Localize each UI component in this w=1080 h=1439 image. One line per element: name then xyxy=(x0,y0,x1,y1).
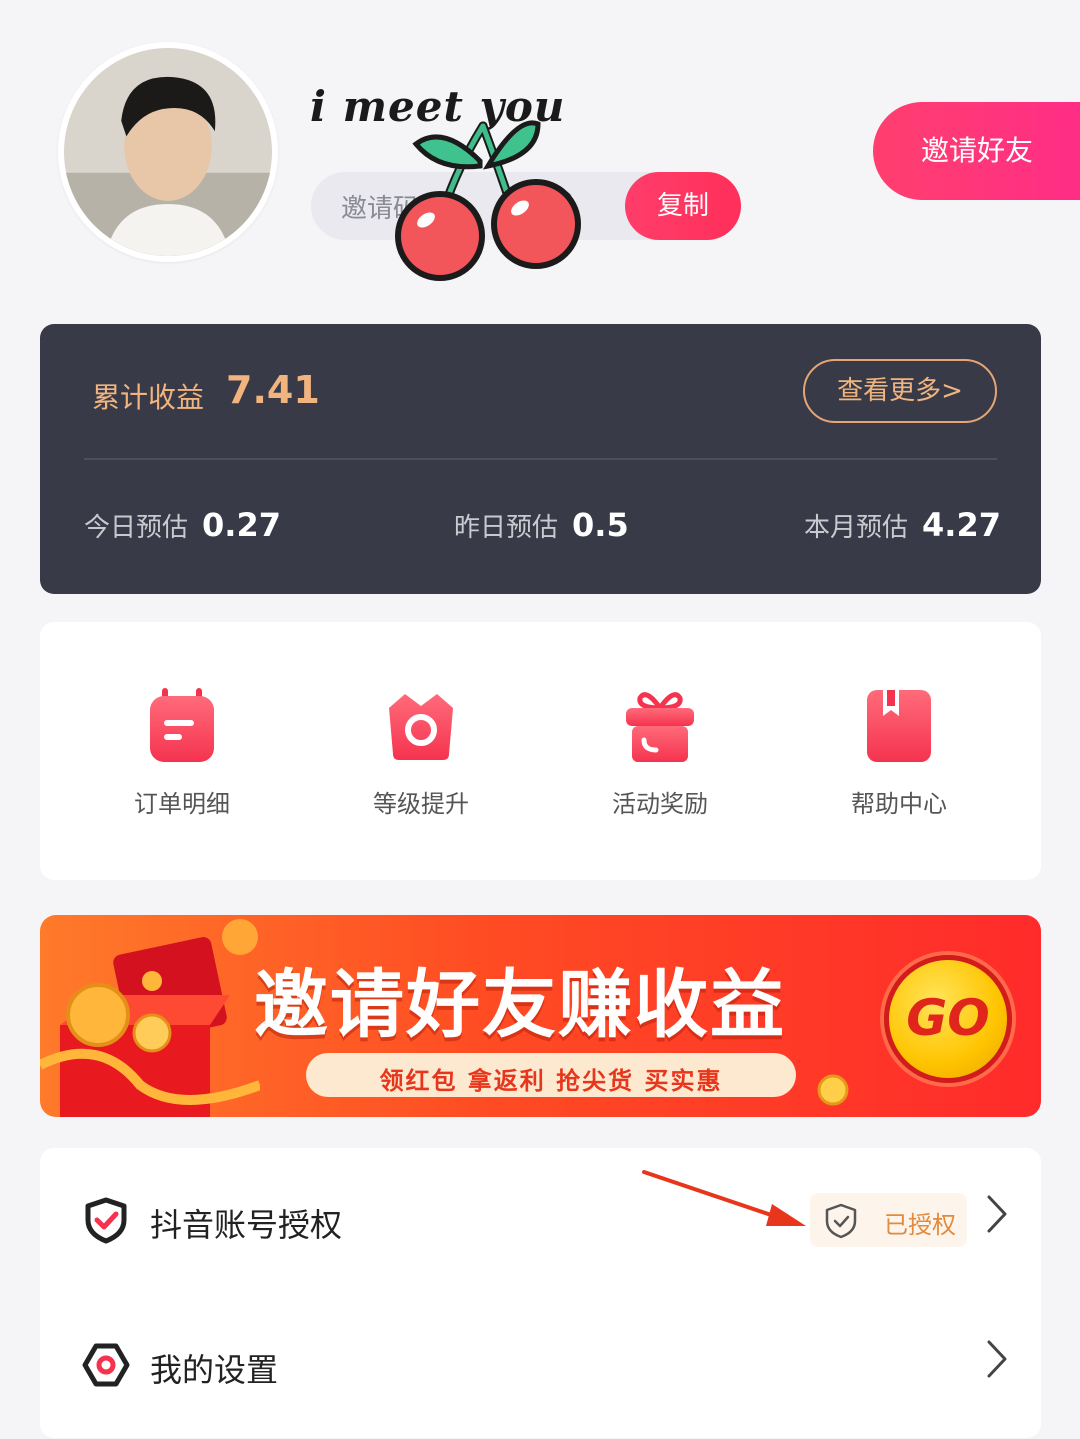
authorized-badge: 已授权 xyxy=(810,1193,967,1247)
menu-item-my-settings[interactable]: 我的设置 xyxy=(40,1293,1041,1438)
grid-item-label: 订单明细 xyxy=(134,790,230,818)
month-estimate: 本月预估 4.27 xyxy=(804,506,1001,544)
shield-check-icon xyxy=(85,1197,127,1244)
copy-button[interactable]: 复制 xyxy=(625,172,741,240)
month-estimate-label: 本月预估 xyxy=(804,513,909,543)
banner-subtitle-pill: 领红包 拿返利 抢尖货 买实惠 xyxy=(306,1053,796,1097)
chevron-right-icon xyxy=(987,1195,1007,1233)
order-detail-icon xyxy=(150,688,214,762)
menu-item-douyin-auth[interactable]: 抖音账号授权 已授权 xyxy=(40,1148,1041,1293)
earnings-divider xyxy=(84,458,997,460)
earnings-card: 累计收益 7.41 查看更多> 今日预估 0.27 昨日预估 0.5 本月预估 … xyxy=(40,324,1041,594)
gift-icon xyxy=(626,692,694,762)
grid-item-order-detail[interactable]: 订单明细 xyxy=(82,686,282,819)
annotation-arrow-icon xyxy=(642,1170,806,1226)
shield-check-outline-icon xyxy=(825,1203,857,1239)
avatar-photo xyxy=(64,48,272,256)
today-estimate-value: 0.27 xyxy=(202,506,281,544)
help-book-icon xyxy=(867,690,931,762)
cherry-sticker-icon xyxy=(395,120,581,281)
grid-item-label: 帮助中心 xyxy=(851,790,947,818)
banner-subtitle: 领红包 拿返利 抢尖货 买实惠 xyxy=(379,1067,723,1095)
grid-item-label: 活动奖励 xyxy=(612,790,708,818)
invite-banner[interactable]: 邀请好友赚收益 领红包 拿返利 抢尖货 买实惠 GO xyxy=(40,915,1041,1117)
total-earnings-label: 累计收益 xyxy=(92,381,205,414)
red-envelope-gift-icon xyxy=(40,919,260,1117)
total-earnings-value: 7.41 xyxy=(226,368,320,412)
avatar[interactable] xyxy=(58,42,278,262)
today-estimate: 今日预估 0.27 xyxy=(84,506,281,544)
grid-item-level-up[interactable]: 等级提升 xyxy=(321,686,521,819)
grid-item-activity-reward[interactable]: 活动奖励 xyxy=(560,686,760,819)
coin-icon xyxy=(817,1074,849,1106)
today-estimate-label: 今日预估 xyxy=(84,513,189,543)
menu-item-label: 抖音账号授权 xyxy=(150,1206,343,1244)
grid-item-label: 等级提升 xyxy=(373,790,469,818)
chevron-right-icon xyxy=(987,1340,1007,1378)
yesterday-estimate: 昨日预估 0.5 xyxy=(454,506,629,544)
settings-hexagon-icon xyxy=(82,1343,130,1387)
go-button[interactable]: GO xyxy=(884,955,1012,1083)
settings-menu: 抖音账号授权 已授权 我的设置 xyxy=(40,1148,1041,1438)
banner-title: 邀请好友赚收益 xyxy=(254,962,786,1048)
menu-item-label: 我的设置 xyxy=(150,1351,279,1389)
view-more-button[interactable]: 查看更多> xyxy=(803,359,997,423)
invite-friend-button[interactable]: 邀请好友 xyxy=(873,102,1080,200)
authorized-badge-label: 已授权 xyxy=(884,1211,956,1239)
yesterday-estimate-value: 0.5 xyxy=(572,506,629,544)
feature-grid: 订单明细 等级提升 活动奖励 帮助中心 xyxy=(40,622,1041,880)
grid-item-help-center[interactable]: 帮助中心 xyxy=(799,686,999,819)
yesterday-estimate-label: 昨日预估 xyxy=(454,513,559,543)
level-up-icon xyxy=(389,694,453,760)
month-estimate-value: 4.27 xyxy=(922,506,1001,544)
